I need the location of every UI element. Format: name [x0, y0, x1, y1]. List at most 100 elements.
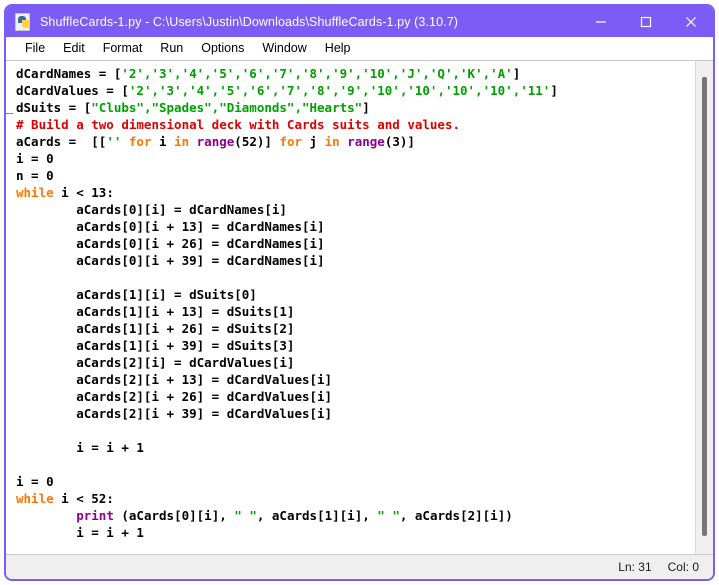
code-token: aCards[2][i + 13] = dCardValues[i]	[16, 372, 333, 387]
code-line: i = i + 1	[16, 524, 695, 541]
code-token: " "	[234, 508, 257, 523]
menu-item-help[interactable]: Help	[316, 39, 360, 57]
menu-item-file[interactable]: File	[16, 39, 54, 57]
code-line: print (aCards[0][i], " ", aCards[1][i], …	[16, 507, 695, 524]
menu-item-edit[interactable]: Edit	[54, 39, 94, 57]
code-line: dCardValues = ['2','3','4','5','6','7','…	[16, 82, 695, 99]
code-token: i = 0	[16, 151, 54, 166]
code-token: (aCards[0][i],	[113, 508, 235, 523]
code-line: aCards[2][i] = dCardValues[i]	[16, 354, 695, 371]
code-token: aCards[0][i + 39] = dCardNames[i]	[16, 253, 325, 268]
code-token: aCards[1][i + 26] = dSuits[2]	[16, 321, 295, 336]
code-token: dCardNames = [	[16, 66, 122, 81]
code-token: aCards[1][i + 39] = dSuits[3]	[16, 338, 295, 353]
code-token: dSuits = [	[16, 100, 92, 115]
status-bar: Ln: 31 Col: 0	[6, 554, 713, 579]
code-token: while	[16, 185, 54, 200]
code-line: while i < 52:	[16, 490, 695, 507]
code-token: j	[302, 134, 325, 149]
code-line: aCards[0][i] = dCardNames[i]	[16, 201, 695, 218]
code-token: dCardValues = [	[16, 83, 129, 98]
code-line: aCards[2][i + 26] = dCardValues[i]	[16, 388, 695, 405]
menu-item-options[interactable]: Options	[192, 39, 253, 57]
window-title: ShuffleCards-1.py - C:\Users\Justin\Down…	[40, 14, 459, 29]
code-token: aCards[1][i + 13] = dSuits[1]	[16, 304, 295, 319]
status-column-number: Col: 0	[667, 560, 699, 574]
source-code[interactable]: dCardNames = ['2','3','4','5','6','7','8…	[6, 63, 695, 541]
code-token: aCards[0][i + 26] = dCardNames[i]	[16, 236, 325, 251]
code-token: in	[174, 134, 190, 149]
code-token: aCards[0][i + 13] = dCardNames[i]	[16, 219, 325, 234]
code-token: for	[279, 134, 303, 149]
code-line: aCards[0][i + 26] = dCardNames[i]	[16, 235, 695, 252]
code-token: '2','3','4','5','6','7','8','9','10','J'…	[121, 66, 513, 81]
code-token: n = 0	[16, 168, 54, 183]
code-line: aCards[0][i + 13] = dCardNames[i]	[16, 218, 695, 235]
code-token: ''	[106, 134, 122, 149]
code-token: i = i + 1	[16, 525, 144, 540]
maximize-button[interactable]	[623, 6, 668, 37]
code-line: aCards[1][i + 39] = dSuits[3]	[16, 337, 695, 354]
code-token: range	[196, 134, 235, 149]
code-token: # Build a two dimensional deck with Card…	[16, 117, 461, 132]
code-token: aCards[0][i] = dCardNames[i]	[16, 202, 287, 217]
menu-item-window[interactable]: Window	[253, 39, 315, 57]
code-line: aCards[2][i + 39] = dCardValues[i]	[16, 405, 695, 422]
idle-editor-window: ShuffleCards-1.py - C:\Users\Justin\Down…	[4, 4, 715, 581]
minimize-button[interactable]	[578, 6, 623, 37]
scrollbar-thumb[interactable]	[702, 77, 707, 536]
code-line: # Build a two dimensional deck with Card…	[16, 116, 695, 133]
code-token: i = i + 1	[16, 440, 144, 455]
code-line: dSuits = ["Clubs","Spades","Diamonds","H…	[16, 99, 695, 116]
title-bar: ShuffleCards-1.py - C:\Users\Justin\Down…	[6, 6, 713, 37]
code-line: i = 0	[16, 473, 695, 490]
code-token: while	[16, 491, 54, 506]
code-token: ]	[550, 83, 558, 98]
code-token: aCards[1][i] = dSuits[0]	[16, 287, 257, 302]
code-token: for	[128, 134, 152, 149]
code-line: aCards[2][i + 13] = dCardValues[i]	[16, 371, 695, 388]
code-token: "Clubs","Spades","Diamonds","Hearts"	[91, 100, 363, 115]
code-token: ]	[362, 100, 370, 115]
status-line-number: Ln: 31	[618, 560, 652, 574]
code-line: aCards[1][i + 13] = dSuits[1]	[16, 303, 695, 320]
code-line: while i < 13:	[16, 184, 695, 201]
code-token: i < 52:	[53, 491, 114, 506]
close-button[interactable]	[668, 6, 713, 37]
menu-item-format[interactable]: Format	[94, 39, 152, 57]
code-line: aCards[0][i + 39] = dCardNames[i]	[16, 252, 695, 269]
code-token: print	[76, 508, 114, 523]
code-line: i = i + 1	[16, 439, 695, 456]
code-token: aCards[2][i + 39] = dCardValues[i]	[16, 406, 333, 421]
editor-area: dCardNames = ['2','3','4','5','6','7','8…	[6, 60, 713, 554]
code-token: , aCards[2][i])	[399, 508, 513, 523]
code-token: '2','3','4','5','6','7','8','9','10','10…	[128, 83, 551, 98]
code-token: i = 0	[16, 474, 54, 489]
menu-item-run[interactable]: Run	[151, 39, 192, 57]
code-line: aCards = [['' for i in range(52)] for j …	[16, 133, 695, 150]
code-token: , aCards[1][i],	[256, 508, 378, 523]
code-token: i < 13:	[53, 185, 114, 200]
code-token: i	[151, 134, 175, 149]
code-token: (52)]	[234, 134, 280, 149]
code-line: aCards[1][i] = dSuits[0]	[16, 286, 695, 303]
code-token: aCards[2][i + 26] = dCardValues[i]	[16, 389, 333, 404]
code-line: i = 0	[16, 150, 695, 167]
code-line: aCards[1][i + 26] = dSuits[2]	[16, 320, 695, 337]
code-token: range	[347, 134, 385, 149]
code-token: in	[324, 134, 340, 149]
code-token: (3)]	[384, 134, 415, 149]
margin-mark	[6, 113, 13, 114]
code-text-area[interactable]: dCardNames = ['2','3','4','5','6','7','8…	[6, 61, 695, 554]
vertical-scrollbar[interactable]	[695, 61, 713, 554]
code-token: ]	[512, 66, 521, 81]
code-token: aCards[2][i] = dCardValues[i]	[16, 355, 295, 370]
python-file-icon	[15, 13, 32, 31]
code-line: n = 0	[16, 167, 695, 184]
